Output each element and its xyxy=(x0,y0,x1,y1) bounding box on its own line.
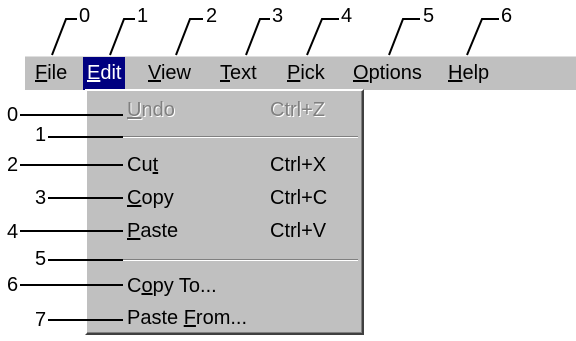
menuitem-copy[interactable]: Copy Ctrl+C xyxy=(87,183,362,213)
callout-leaders-top xyxy=(51,18,499,56)
edit-menu-dropdown: Undo Ctrl+Z Cut Ctrl+X Copy Ctrl+C Paste… xyxy=(85,89,364,335)
menu-pick-mnemonic: P xyxy=(287,62,301,84)
menu-pick-rest: ick xyxy=(300,62,325,84)
menuitem-copy-to[interactable]: Copy To... xyxy=(87,271,362,301)
menuitem-copy-to-label: Copy To... xyxy=(127,275,217,297)
menu-separator-1 xyxy=(91,136,358,138)
menu-separator-5 xyxy=(91,259,358,261)
menuitem-paste-from-label: Paste From... xyxy=(127,307,248,329)
menu-options[interactable]: Options xyxy=(349,57,426,90)
menu-view[interactable]: View xyxy=(144,57,195,90)
menuitem-paste-from[interactable]: Paste From... xyxy=(87,303,362,333)
menu-help-mnemonic: H xyxy=(448,62,463,84)
menuitem-paste-label: Paste xyxy=(127,220,179,242)
menu-text-mnemonic: T xyxy=(220,62,230,84)
menuitem-undo-label: Undo xyxy=(127,99,175,121)
callout-number-row-0: 0 xyxy=(7,104,19,126)
leader-edit xyxy=(109,18,135,56)
menu-text[interactable]: Text xyxy=(216,57,261,90)
callout-number-row-4: 4 xyxy=(7,221,19,243)
callout-number-row-2: 2 xyxy=(7,154,19,176)
leader-file xyxy=(51,18,77,56)
menu-pick[interactable]: Pick xyxy=(283,57,329,90)
callout-number-row-3: 3 xyxy=(35,187,47,209)
menu-options-rest: ptions xyxy=(368,62,422,84)
menu-edit[interactable]: Edit xyxy=(83,57,126,90)
menu-edit-rest: dit xyxy=(100,62,122,84)
menu-file-rest: ile xyxy=(47,62,68,84)
menuitem-copy-label: Copy xyxy=(127,187,174,209)
leader-view xyxy=(175,18,203,56)
leader-help xyxy=(466,18,499,56)
leader-text xyxy=(245,18,270,56)
menuitem-cut-label: Cut xyxy=(127,154,159,176)
menu-file[interactable]: File xyxy=(31,57,71,90)
menu-options-mnemonic: O xyxy=(353,62,369,84)
menu-text-rest: ext xyxy=(230,62,257,84)
menuitem-paste-shortcut: Ctrl+V xyxy=(270,220,327,242)
menu-view-mnemonic: V xyxy=(148,62,161,84)
menuitem-copy-shortcut: Ctrl+C xyxy=(270,187,328,209)
leader-options xyxy=(388,18,420,56)
menuitem-cut[interactable]: Cut Ctrl+X xyxy=(87,150,362,180)
menu-help[interactable]: Help xyxy=(444,57,493,90)
menu-file-mnemonic: F xyxy=(35,62,48,84)
menuitem-undo: Undo Ctrl+Z xyxy=(87,95,362,125)
leader-pick xyxy=(306,18,339,56)
callout-number-row-7: 7 xyxy=(35,309,47,331)
menuitem-cut-shortcut: Ctrl+X xyxy=(270,154,327,176)
menuitem-undo-shortcut: Ctrl+Z xyxy=(270,99,325,121)
menuitem-paste[interactable]: Paste Ctrl+V xyxy=(87,216,362,246)
callout-number-row-5: 5 xyxy=(35,248,47,270)
menu-edit-mnemonic: E xyxy=(87,62,101,84)
menu-view-rest: iew xyxy=(160,62,191,84)
menu-bar: File Edit View Text Pick Options Help xyxy=(25,56,576,90)
callout-number-row-1: 1 xyxy=(35,124,47,146)
menu-help-rest: elp xyxy=(462,62,490,84)
callout-number-row-6: 6 xyxy=(7,274,19,296)
